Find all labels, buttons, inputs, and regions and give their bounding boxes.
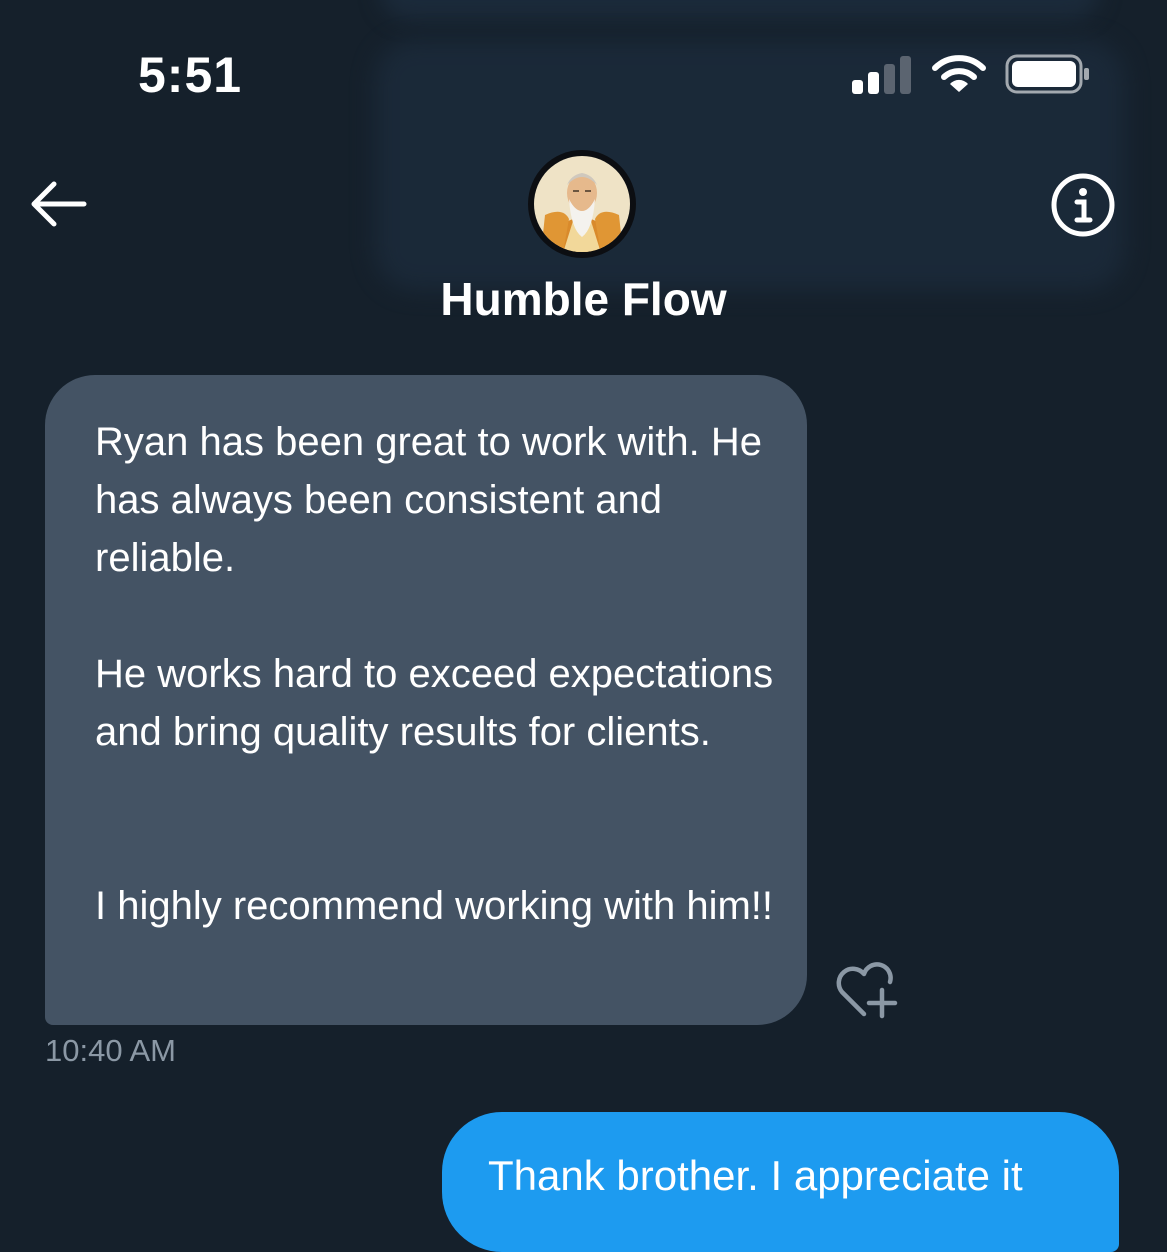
message-text: Thank brother. I appreciate it — [488, 1152, 1023, 1199]
contact-avatar[interactable] — [528, 150, 636, 258]
heart-plus-icon — [836, 962, 898, 1019]
add-reaction-button[interactable] — [832, 960, 902, 1022]
info-button[interactable] — [1050, 172, 1116, 238]
message-paragraph: Ryan has been great to work with. He has… — [95, 420, 763, 580]
back-arrow-icon — [31, 181, 87, 227]
back-button[interactable] — [28, 176, 90, 232]
signal-bars-icon — [852, 56, 911, 94]
info-icon — [1051, 173, 1115, 237]
wifi-icon — [932, 55, 986, 92]
message-paragraph: He works hard to exceed expectations and… — [95, 652, 774, 754]
message-timestamp: 10:40 AM — [45, 1033, 176, 1068]
sage-portrait-image — [534, 156, 630, 252]
status-time: 5:51 — [138, 47, 243, 103]
incoming-message-bubble[interactable]: Ryan has been great to work with. He has… — [45, 375, 807, 1025]
outgoing-message-bubble[interactable]: Thank brother. I appreciate it — [442, 1112, 1119, 1252]
battery-full-icon — [1005, 54, 1089, 94]
message-paragraph: I highly recommend working with him!! — [95, 884, 774, 928]
status-bar: 5:51 — [0, 0, 1167, 150]
contact-name[interactable]: Humble Flow — [0, 272, 1167, 326]
